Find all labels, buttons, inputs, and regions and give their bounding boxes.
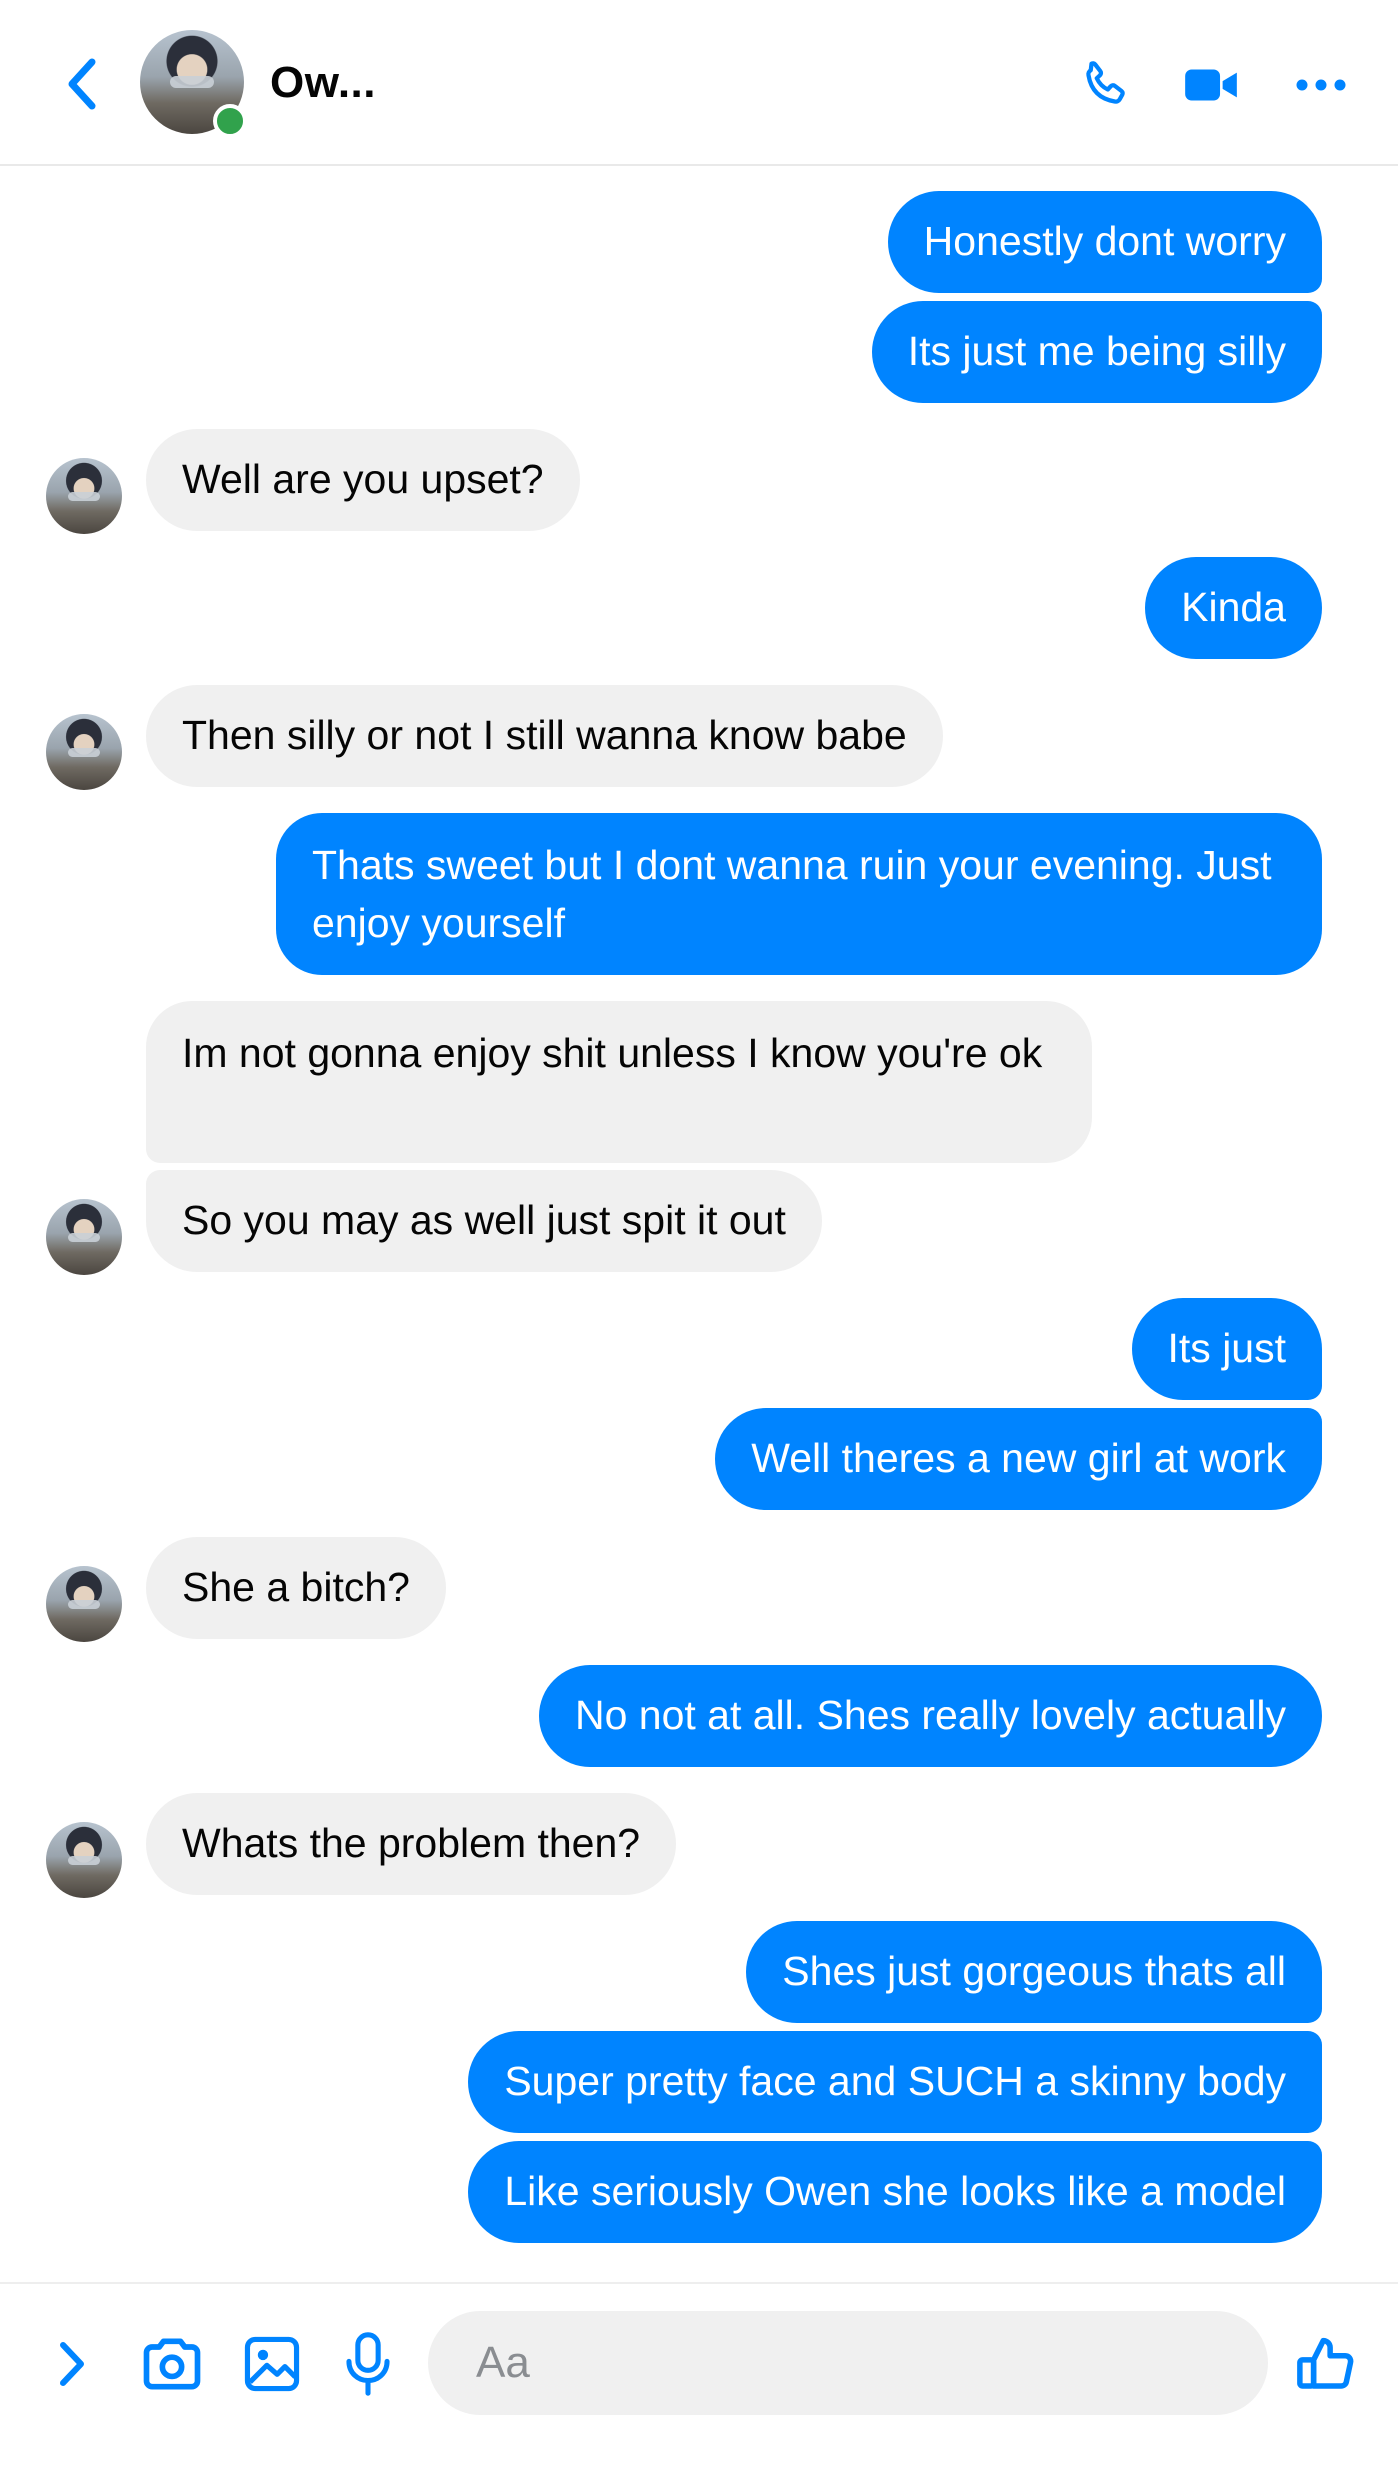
message-input[interactable] <box>428 2311 1268 2415</box>
gallery-button[interactable] <box>234 2326 310 2402</box>
more-icon <box>1296 79 1346 91</box>
message-bubble-sent[interactable]: Well theres a new girl at work <box>715 1408 1322 1510</box>
message-bubble-sent[interactable]: No not at all. Shes really lovely actual… <box>538 1665 1322 1767</box>
message-bubble-sent[interactable]: Shes just gorgeous thats all <box>746 1921 1322 2023</box>
online-status-dot <box>213 104 247 138</box>
sender-avatar[interactable] <box>46 714 122 790</box>
message-bubble-sent[interactable]: Like seriously Owen she looks like a mod… <box>468 2141 1322 2243</box>
thumbs-up-icon <box>1297 2337 1354 2389</box>
gallery-icon <box>244 2336 300 2392</box>
conversation-header: Ow... <box>0 0 1398 166</box>
sender-avatar[interactable] <box>46 1566 122 1642</box>
sender-avatar[interactable] <box>46 458 122 534</box>
more-options-button[interactable] <box>1286 50 1356 120</box>
message-bubble-received[interactable]: Whats the problem then? <box>146 1793 677 1895</box>
back-icon <box>68 58 96 110</box>
back-button[interactable] <box>52 52 116 116</box>
like-button[interactable] <box>1288 2326 1364 2402</box>
sender-avatar[interactable] <box>46 1199 122 1275</box>
message-bubble-received[interactable]: She a bitch? <box>146 1537 446 1639</box>
message-bubble-received[interactable]: Then silly or not I still wanna know bab… <box>146 685 943 787</box>
camera-button[interactable] <box>134 2326 210 2402</box>
message-bubble-received[interactable]: Im not gonna enjoy shit unless I know yo… <box>146 1001 1092 1163</box>
voice-message-button[interactable] <box>330 2326 406 2402</box>
message-bubble-sent[interactable]: Kinda <box>1145 557 1322 659</box>
camera-icon <box>143 2338 201 2390</box>
message-bubble-sent[interactable]: Thats sweet but I dont wanna ruin your e… <box>276 813 1322 975</box>
message-bubble-received[interactable]: Well are you upset? <box>146 429 580 531</box>
message-bubble-sent[interactable]: Super pretty face and SUCH a skinny body <box>468 2031 1322 2133</box>
video-call-button[interactable] <box>1176 50 1246 120</box>
microphone-icon <box>346 2332 390 2396</box>
contact-name[interactable]: Ow... <box>270 58 376 108</box>
message-bubble-sent[interactable]: Honestly dont worry <box>887 191 1322 293</box>
message-bubble-sent[interactable]: Its just me being silly <box>871 301 1322 403</box>
message-bubble-sent[interactable]: Its just <box>1131 1298 1322 1400</box>
sender-avatar[interactable] <box>46 1822 122 1898</box>
voice-call-button[interactable] <box>1070 50 1140 120</box>
video-camera-icon <box>1185 69 1237 101</box>
message-bubble-received[interactable]: So you may as well just spit it out <box>146 1170 822 1272</box>
expand-actions-button[interactable] <box>34 2326 110 2402</box>
expand-icon <box>60 2342 84 2386</box>
phone-icon <box>1086 61 1125 104</box>
